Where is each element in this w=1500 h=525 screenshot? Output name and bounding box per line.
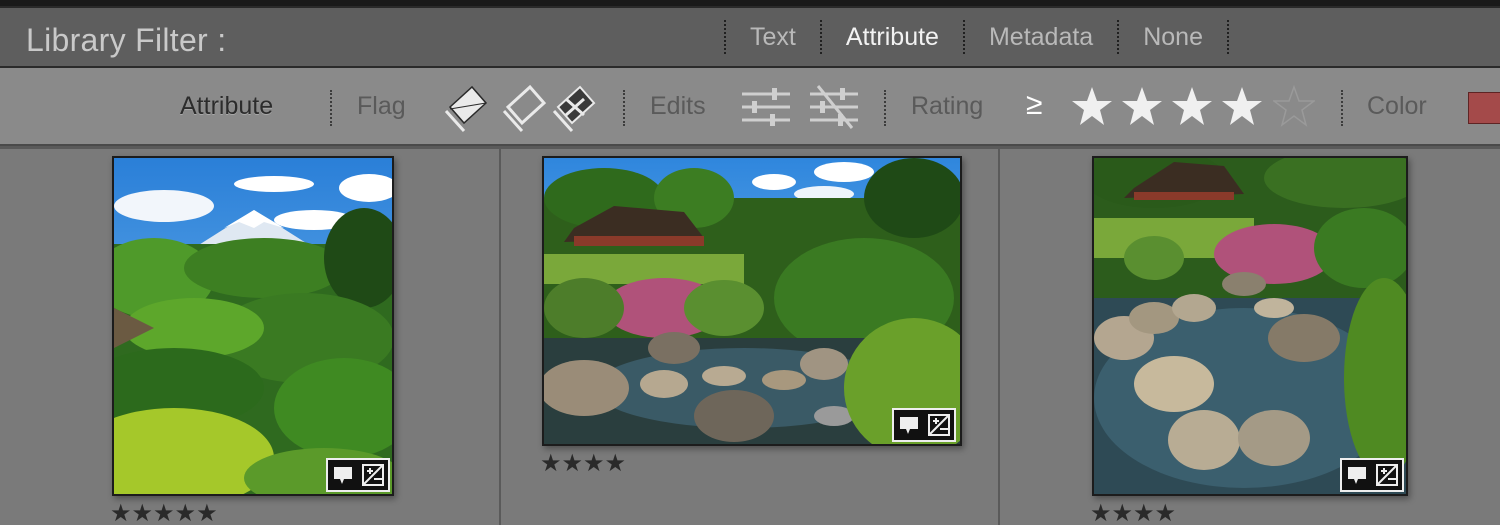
thumbnail-1-rating[interactable]: ★★★★★ — [110, 499, 218, 525]
tab-separator — [1117, 20, 1120, 54]
thumbnail-3-rating[interactable]: ★★★★ — [1090, 499, 1176, 525]
thumbnail-2-rating[interactable]: ★★★★ — [540, 449, 626, 478]
cell-divider — [499, 149, 501, 525]
tab-attribute[interactable]: Attribute — [834, 23, 951, 52]
star-icon[interactable] — [1171, 85, 1213, 127]
separator — [884, 90, 886, 126]
develop-edit-icon — [928, 414, 950, 436]
thumbnail-grid: ★★★★★ ★★★★ ★★★★ — [0, 146, 1500, 525]
tab-separator — [819, 20, 822, 54]
thumbnail-image — [114, 158, 392, 494]
tab-separator — [724, 20, 726, 54]
library-filter-bar: Library Filter : Text Attribute Metadata… — [0, 6, 1500, 68]
tab-separator — [962, 20, 965, 54]
thumbnail-image — [544, 158, 960, 444]
flagged-icon[interactable] — [438, 81, 492, 135]
star-empty-icon[interactable] — [1273, 85, 1315, 127]
comment-icon — [334, 467, 352, 484]
edits-label: Edits — [650, 92, 706, 120]
star-icon[interactable] — [1121, 85, 1163, 127]
comment-icon — [900, 417, 918, 434]
thumbnail-2[interactable] — [542, 156, 962, 446]
thumbnail-image — [1094, 158, 1406, 494]
library-filter-title: Library Filter : — [26, 22, 227, 58]
tab-metadata[interactable]: Metadata — [977, 23, 1105, 52]
color-label: Color — [1367, 92, 1427, 120]
flag-label: Flag — [357, 92, 406, 120]
attribute-filter-bar: Attribute Flag Edits Rating ≥ Color — [0, 68, 1500, 146]
cell-divider — [998, 149, 1000, 525]
develop-edit-icon — [1376, 464, 1398, 486]
separator — [330, 90, 332, 126]
separator — [1341, 90, 1343, 126]
separator — [623, 90, 625, 126]
comment-icon — [1348, 467, 1366, 484]
rating-operator[interactable]: ≥ — [1026, 88, 1042, 122]
star-icon[interactable] — [1221, 85, 1263, 127]
metadata-badge — [892, 408, 956, 442]
develop-edit-icon — [362, 464, 384, 486]
edited-icon[interactable] — [740, 84, 792, 130]
tab-text[interactable]: Text — [738, 23, 808, 52]
metadata-badge — [1340, 458, 1404, 492]
metadata-badge — [326, 458, 390, 492]
thumbnail-1[interactable] — [112, 156, 394, 496]
thumbnail-3[interactable] — [1092, 156, 1408, 496]
filter-tabs: Text Attribute Metadata None — [712, 8, 1241, 66]
rejected-icon[interactable] — [546, 81, 600, 135]
rating-label: Rating — [911, 92, 984, 120]
attribute-label: Attribute — [180, 92, 274, 120]
tab-separator — [1226, 20, 1229, 54]
tab-none[interactable]: None — [1131, 23, 1215, 52]
unedited-icon[interactable] — [808, 84, 860, 130]
unflagged-icon[interactable] — [496, 81, 550, 135]
lightroom-library: Library Filter : Text Attribute Metadata… — [0, 0, 1500, 525]
star-icon[interactable] — [1071, 85, 1113, 127]
color-label-red-swatch[interactable] — [1468, 92, 1500, 124]
